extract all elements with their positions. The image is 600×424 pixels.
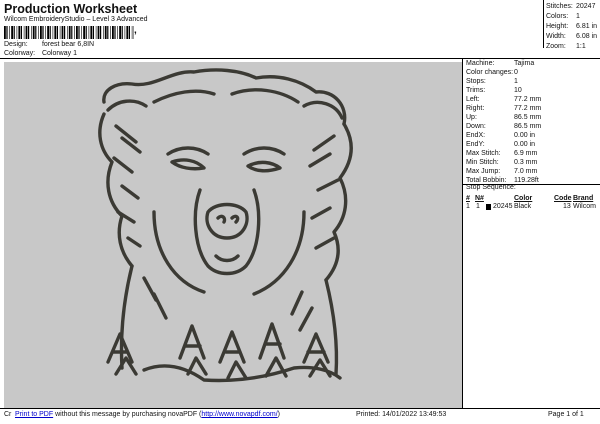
footer-message-text: without this message by purchasing novaP… [55,411,202,418]
summary-divider [543,0,544,48]
printed-timestamp: Printed: 14/01/2022 13:49:53 [356,411,447,418]
barcode-bar [38,26,39,39]
seq-row-code: 13 [563,203,571,210]
design-label: Design: [4,41,28,48]
barcode-bar [78,26,80,39]
page-number: Page 1 of 1 [548,411,584,418]
barcode-bar [45,26,46,39]
barcode-bar [131,26,133,39]
barcode [4,26,134,39]
worksheet-page: Production Worksheet Wilcom EmbroiderySt… [0,0,600,424]
barcode-bar [11,26,13,39]
barcode-bar [110,26,111,39]
color-swatch [486,204,491,210]
barcode-bar [74,26,75,39]
barcode-bar [42,26,44,39]
barcode-bar [112,26,114,39]
barcode-bar [97,26,100,39]
barcode-bar [81,26,82,39]
barcode-bar [76,26,78,39]
seq-row-color: Black [514,203,532,210]
barcode-bar [119,26,121,39]
barcode-bar [52,26,54,39]
barcode-bar [35,26,37,39]
barcode-bar [124,26,126,39]
barcode-bar [31,26,32,39]
barcode-bar [4,26,6,39]
design-value: forest bear 6,8IN [41,41,95,48]
barcode-bar [47,26,49,39]
bear-embroidery [98,68,353,383]
barcode-bar [90,26,93,39]
software-subtitle: Wilcom EmbroideryStudio – Level 3 Advanc… [4,16,148,23]
barcode-bar [18,26,21,39]
print-to-pdf-link[interactable]: Print to PDF [15,411,53,418]
barcode-bar [32,26,35,39]
barcode-bar [54,26,57,39]
seq-header-num: # [466,195,470,202]
barcode-bar [49,26,51,39]
barcode-bar [40,26,42,39]
barcode-bar [121,26,123,39]
barcode-bar [9,26,10,39]
novapdf-link[interactable]: http://www.novapdf.com/ [201,411,277,418]
footer-message: Print to PDF without this message by pur… [15,411,280,418]
colorway-label: Colorway: [4,50,36,57]
page-title: Production Worksheet [4,2,138,16]
footer-rule [0,408,600,409]
seq-row-color-num: 20245 [493,203,513,210]
barcode-bar [23,26,25,39]
seq-row-needle: 1 [476,203,480,210]
barcode-bar [103,26,104,39]
barcode-bar [107,26,109,39]
barcode-bar [92,26,94,39]
footer-close: ) [277,411,280,418]
seq-header-color: Color [514,195,533,202]
barcode-bar [100,26,102,39]
barcode-bar [68,26,71,39]
stats-divider [462,58,463,408]
barcode-bar [117,26,118,39]
seq-row-brand: Wilcom [573,203,596,210]
design-row: Design: forest bear 6,8IN [4,41,94,48]
barcode-bar [59,26,61,39]
barcode-bar [28,26,30,39]
seq-header-code: Code [554,195,572,202]
seq-header-needle: N# [475,195,484,202]
barcode-bar [61,26,64,39]
colorway-value: Colorway 1 [41,50,77,57]
design-preview [4,62,462,408]
barcode-bar [83,26,85,39]
barcode-bar [56,26,58,39]
barcode-bar [6,26,8,39]
seq-row-num: 1 [466,203,470,210]
barcode-bar [114,26,116,39]
barcode-bar [128,26,130,39]
barcode-bar [67,26,68,39]
barcode-trailer: , [134,25,137,36]
barcode-bar [71,26,73,39]
barcode-bar [104,26,107,39]
seq-header-brand: Brand [573,195,594,202]
barcode-bar [16,26,18,39]
footer-cr: Cr [4,411,12,418]
barcode-bar [126,26,129,39]
barcode-bar [88,26,90,39]
barcode-bar [13,26,15,39]
barcode-bar [64,26,66,39]
colorway-row: Colorway: Colorway 1 [4,50,77,57]
header-rule [0,58,600,59]
barcode-bar [20,26,22,39]
barcode-bar [25,26,28,39]
stop-sequence-title: Stop Sequence: [466,184,516,191]
barcode-bar [85,26,87,39]
barcode-bar [95,26,97,39]
